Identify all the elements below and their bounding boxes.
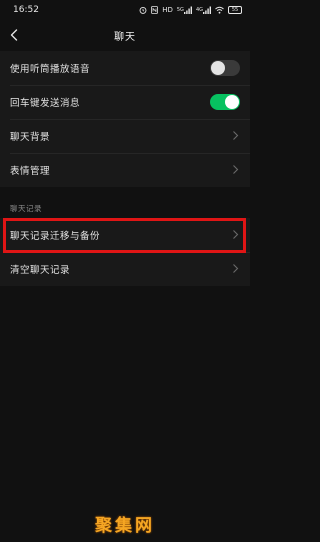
settings-group-chat-history: 聊天记录迁移与备份 清空聊天记录 [0, 218, 250, 286]
battery-icon: 55 [228, 6, 242, 14]
back-button[interactable] [4, 22, 24, 48]
setting-sticker-management[interactable]: 表情管理 [0, 153, 250, 187]
status-time: 16:52 [13, 5, 39, 15]
hd-indicator: HD [162, 6, 173, 14]
chevron-left-icon [10, 29, 18, 41]
chevron-right-icon [233, 264, 239, 273]
status-bar: 16:52 HD 5G 4G 55 [0, 0, 250, 20]
toggle-knob [211, 61, 225, 75]
setting-label: 回车键发送消息 [10, 98, 81, 109]
setting-clear-chat-history[interactable]: 清空聊天记录 [0, 252, 250, 286]
toggle-knob [225, 95, 239, 109]
watermark-logo: 聚集网 [95, 516, 155, 536]
status-icons: HD 5G 4G 55 [139, 6, 242, 14]
settings-group-general: 使用听筒播放语音 回车键发送消息 聊天背景 表情管理 [0, 51, 250, 187]
signal-icon-2: 4G [196, 6, 211, 14]
chevron-right-icon [233, 165, 239, 174]
setting-chat-background[interactable]: 聊天背景 [0, 119, 250, 153]
setting-chat-history-migrate-backup[interactable]: 聊天记录迁移与备份 [0, 218, 250, 252]
battery-level: 55 [231, 6, 239, 13]
setting-label: 使用听筒播放语音 [10, 64, 91, 75]
signal-1-label: 5G [176, 7, 184, 13]
chevron-right-icon [233, 131, 239, 140]
setting-earpiece-voice[interactable]: 使用听筒播放语音 [0, 51, 250, 85]
earpiece-voice-toggle[interactable] [210, 60, 240, 76]
enter-to-send-toggle[interactable] [210, 94, 240, 110]
page-title: 聊天 [114, 31, 136, 43]
setting-label: 清空聊天记录 [10, 265, 71, 276]
setting-label: 表情管理 [10, 166, 51, 177]
nav-bar: 聊天 [0, 22, 250, 48]
signal-2-label: 4G [195, 7, 203, 13]
section-header-chat-history: 聊天记录 [10, 204, 42, 213]
setting-label: 聊天背景 [10, 132, 51, 143]
setting-label: 聊天记录迁移与备份 [10, 231, 101, 242]
signal-icon-1: 5G [177, 6, 192, 14]
nfc-icon [151, 6, 159, 14]
setting-enter-to-send[interactable]: 回车键发送消息 [0, 85, 250, 119]
alarm-icon [139, 6, 147, 14]
chevron-right-icon [233, 230, 239, 239]
wifi-icon [215, 6, 224, 14]
